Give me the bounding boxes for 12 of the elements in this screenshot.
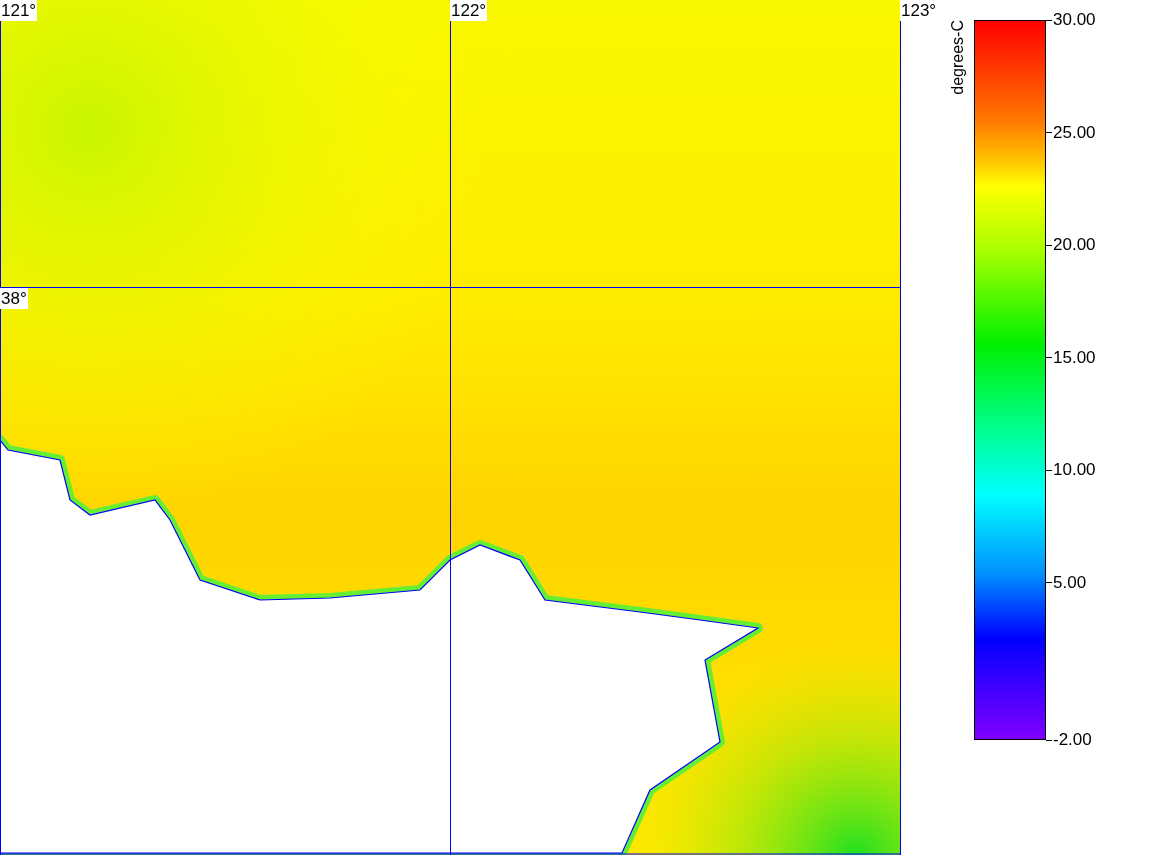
- scale-tick-label: -2.00: [1053, 729, 1092, 751]
- scale-tick-label: 15.00: [1053, 346, 1096, 369]
- scale-tick-label: 30.00: [1053, 9, 1096, 31]
- longitude-label: 123°: [900, 0, 938, 21]
- latitude-label: 38°: [0, 288, 28, 309]
- scale-tick-label: 10.00: [1053, 459, 1096, 481]
- scale-tick-label: 20.00: [1053, 234, 1096, 256]
- colorbar-title: degrees-C: [948, 20, 967, 95]
- longitude-label: 122°: [450, 0, 488, 21]
- scale-tick-label: 25.00: [1053, 121, 1096, 144]
- scale-tick-label: 5.00: [1053, 571, 1087, 594]
- longitude-label: 121°: [0, 0, 38, 21]
